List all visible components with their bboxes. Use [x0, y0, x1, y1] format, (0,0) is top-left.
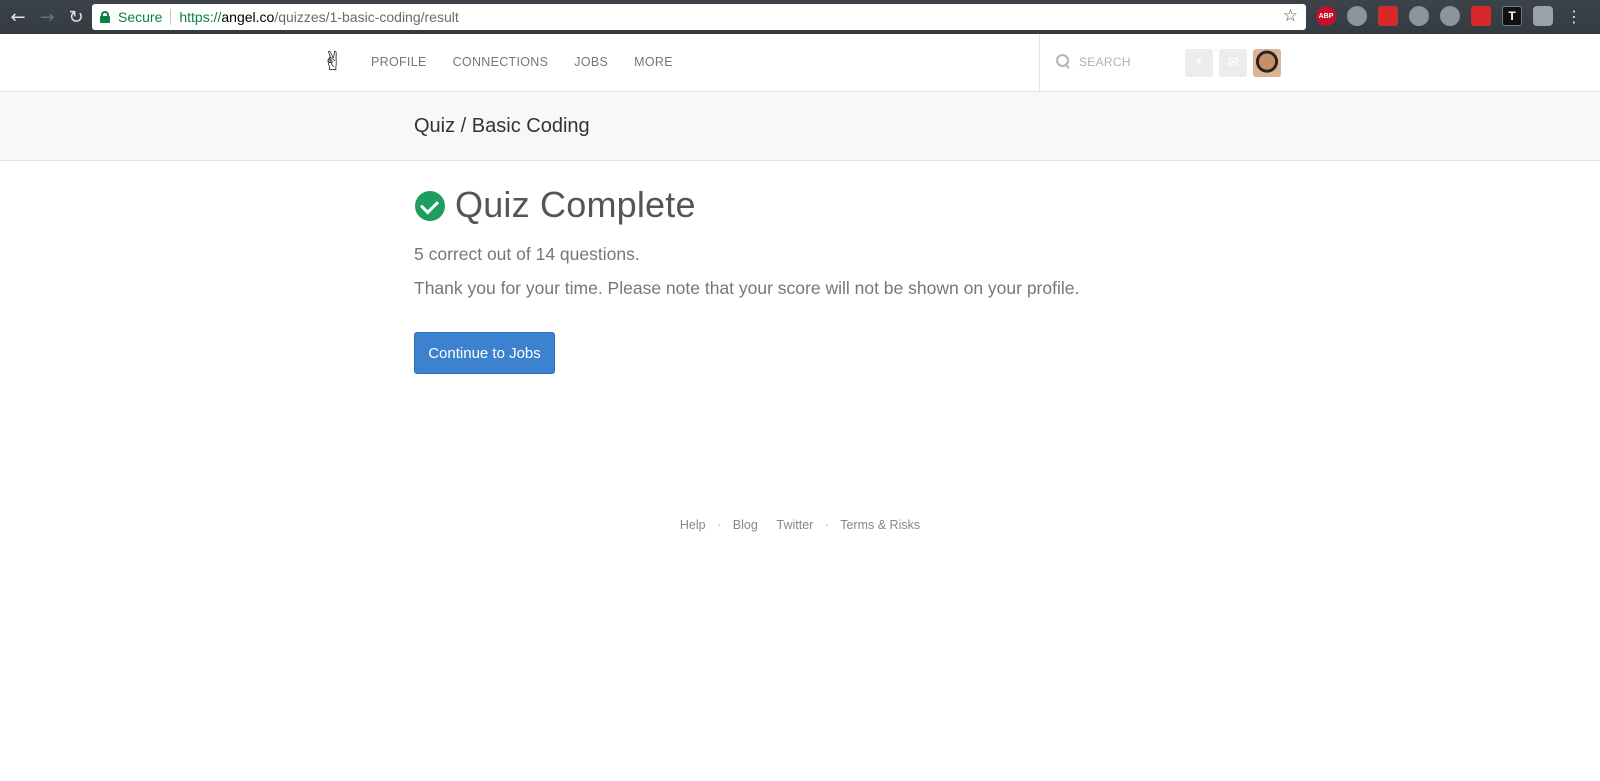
footer-blog-link[interactable]: Blog: [733, 518, 758, 532]
browser-toolbar: ← → ↻ Secure https://angel.co/quizzes/1-…: [0, 0, 1600, 34]
forward-icon[interactable]: →: [35, 5, 59, 29]
lock-icon: [100, 11, 110, 23]
continue-to-jobs-button[interactable]: Continue to Jobs: [414, 332, 555, 374]
shield-extension-icon[interactable]: [1471, 6, 1491, 26]
search-icon: [1056, 54, 1070, 68]
address-bar[interactable]: Secure https://angel.co/quizzes/1-basic-…: [92, 4, 1306, 30]
extensions-tray: ABP T ⋮: [1316, 6, 1582, 26]
site-header: ✌ PROFILE CONNECTIONS JOBS MORE ⚡ ✉: [0, 34, 1600, 92]
check-circle-icon: [415, 191, 445, 221]
footer-twitter-link[interactable]: Twitter: [777, 518, 814, 532]
footer-separator: ·: [717, 518, 722, 532]
nav-jobs[interactable]: JOBS: [574, 55, 608, 69]
search-input[interactable]: [1079, 51, 1169, 73]
score-note: Thank you for your time. Please note tha…: [414, 278, 1080, 298]
url-path: /quizzes/1-basic-coding/result: [274, 9, 459, 25]
nav-profile[interactable]: PROFILE: [371, 55, 427, 69]
pocket-icon[interactable]: [1378, 6, 1398, 26]
quiz-result: Quiz Complete 5 correct out of 14 questi…: [0, 161, 1600, 491]
url-host: angel.co: [221, 9, 275, 25]
url-scheme: https://: [179, 9, 222, 25]
t-extension-icon[interactable]: T: [1502, 6, 1522, 26]
address-separator: [170, 9, 172, 25]
avatar[interactable]: [1253, 49, 1281, 77]
footer-help-link[interactable]: Help: [680, 518, 706, 532]
messages-button[interactable]: ✉: [1219, 49, 1247, 77]
bookmark-star-icon[interactable]: ☆: [1283, 6, 1298, 26]
score-text: 5 correct out of 14 questions.: [414, 244, 640, 264]
nav-more[interactable]: MORE: [634, 55, 673, 69]
lightning-icon: ⚡: [1194, 55, 1204, 71]
footer-terms-link[interactable]: Terms & Risks: [840, 518, 920, 532]
top-nav: PROFILE CONNECTIONS JOBS MORE: [371, 55, 699, 69]
secure-label: Secure: [118, 9, 163, 25]
footer-separator: ·: [824, 518, 829, 532]
nav-connections[interactable]: CONNECTIONS: [453, 55, 549, 69]
camera-extension-icon[interactable]: [1533, 6, 1553, 26]
y-extension-icon[interactable]: [1440, 6, 1460, 26]
ghostery-icon[interactable]: [1347, 6, 1367, 26]
quiz-complete-heading: Quiz Complete: [455, 184, 696, 225]
angellist-logo-icon[interactable]: ✌: [322, 47, 346, 77]
adblock-plus-icon[interactable]: ABP: [1316, 6, 1336, 26]
envelope-icon: ✉: [1227, 55, 1239, 71]
page-subheader: Quiz / Basic Coding: [0, 92, 1600, 161]
reload-icon[interactable]: ↻: [64, 5, 88, 29]
back-icon[interactable]: ←: [6, 5, 30, 29]
cloud-extension-icon[interactable]: [1409, 6, 1429, 26]
footer: Help · Blog Twitter · Terms & Risks: [0, 518, 1600, 532]
page-title: Quiz / Basic Coding: [414, 115, 590, 137]
header-divider: [1039, 34, 1040, 92]
notifications-button[interactable]: ⚡: [1185, 49, 1213, 77]
browser-menu-icon[interactable]: ⋮: [1566, 7, 1582, 26]
